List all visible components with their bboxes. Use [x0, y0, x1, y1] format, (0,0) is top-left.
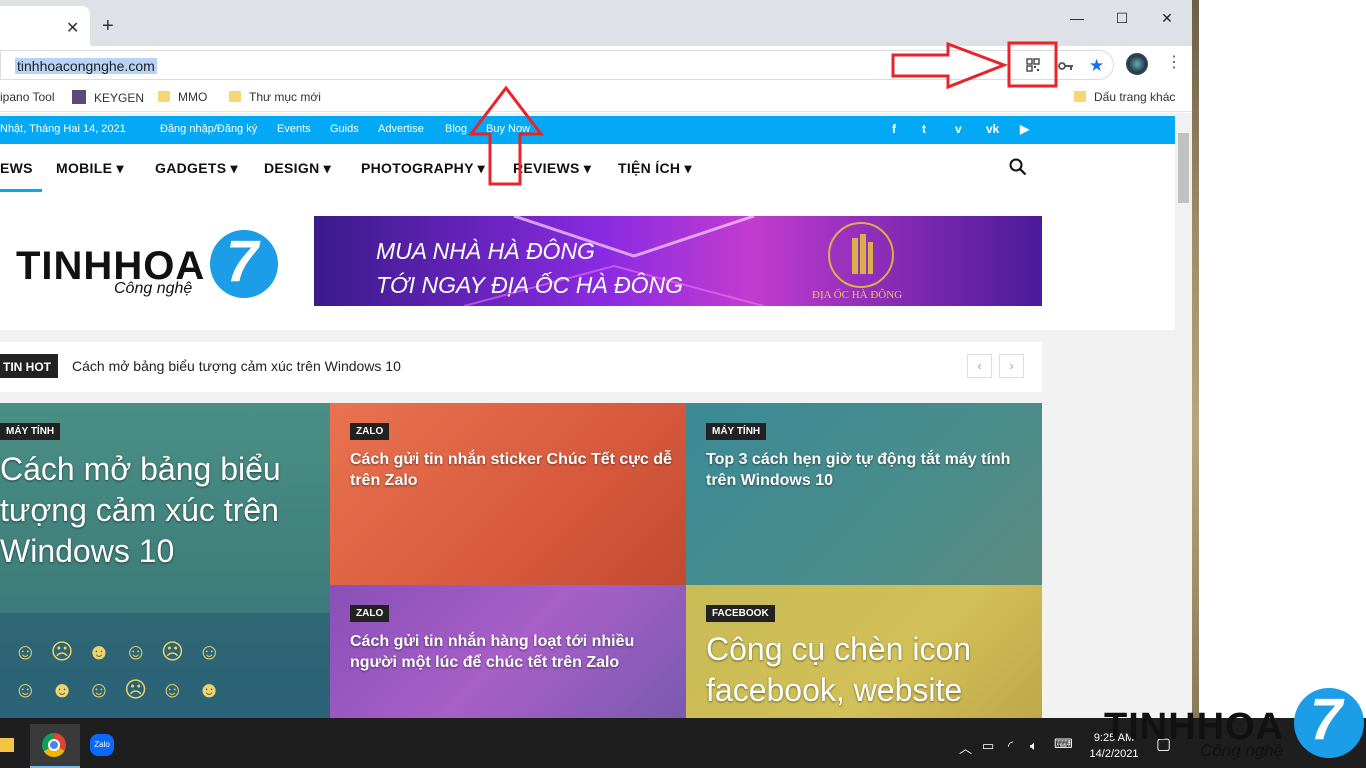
battery-icon[interactable]: ▭ — [982, 738, 994, 754]
building-logo-icon — [828, 222, 894, 288]
browser-toolbar: tinhhoacongnghe.com ★ ⋮ — [0, 46, 1192, 84]
desktop-blank-area — [1199, 0, 1366, 718]
site-topbar: Nhật, Tháng Hai 14, 2021 Đăng nhập/Đăng … — [0, 116, 1175, 144]
vimeo-icon[interactable]: v — [955, 122, 962, 136]
folder-icon — [1074, 91, 1086, 102]
breaking-news-bar: TIN HOT Cách mở bảng biểu tượng cảm xúc … — [0, 342, 1042, 392]
featured-tile[interactable]: MÁY TÍNH Top 3 cách hẹn giờ tự động tắt … — [686, 403, 1042, 585]
tab-strip: ✕ + — ☐ ✕ — [0, 0, 1192, 46]
keygen-favicon-icon — [72, 90, 86, 104]
main-menu: EWS MOBILE ▾ GADGETS ▾ DESIGN ▾ PHOTOGRA… — [0, 144, 1175, 192]
volume-icon[interactable]: 🔈︎ — [1030, 738, 1038, 754]
news-prev-button[interactable]: ‹ — [967, 354, 992, 378]
maximize-button[interactable]: ☐ — [1107, 10, 1137, 27]
topbar-link-buy-now[interactable]: Buy Now — [486, 123, 530, 135]
bookmarks-bar: ipano Tool KEYGEN MMO Thư mục mới Dấu tr… — [0, 84, 1192, 112]
chevron-up-icon[interactable]: ︿ — [959, 738, 972, 757]
page-scrollbar[interactable] — [1175, 113, 1192, 718]
menu-item-mobile[interactable]: MOBILE ▾ — [56, 160, 124, 177]
menu-dots-icon[interactable]: ⋮ — [1166, 55, 1182, 71]
banner-line-1: MUA NHÀ HÀ ĐÔNG — [376, 238, 595, 264]
tile-category[interactable]: ZALO — [350, 423, 390, 440]
watermark-mark: 7 — [1310, 687, 1343, 752]
featured-tile[interactable]: ZALO Cách gửi tin nhắn sticker Chúc Tết … — [330, 403, 686, 585]
breaking-news-label: TIN HOT — [0, 354, 58, 378]
keyboard-icon[interactable]: ⌨︎ — [1054, 736, 1073, 752]
tile-category[interactable]: FACEBOOK — [706, 605, 775, 622]
logo-subtitle: Công nghệ — [114, 280, 193, 297]
bookmark-folder[interactable]: MMO — [158, 90, 207, 104]
scrollbar-thumb[interactable] — [1178, 133, 1189, 203]
bookmark-item[interactable]: KEYGEN — [72, 90, 144, 105]
featured-tile[interactable]: ZALO Cách gửi tin nhắn hàng loạt tới nhi… — [330, 585, 686, 718]
menu-item-news[interactable]: EWS — [0, 160, 33, 176]
banner-line-2: TỚI NGAY ĐỊA ỐC HÀ ĐÔNG — [376, 272, 684, 298]
browser-window: ✕ + — ☐ ✕ tinhhoacongnghe.com ★ ⋮ ipano … — [0, 0, 1192, 718]
tab-close-icon[interactable]: ✕ — [66, 18, 79, 38]
new-tab-button[interactable]: + — [102, 16, 114, 36]
close-window-button[interactable]: ✕ — [1152, 10, 1182, 27]
watermark-subtitle: Công nghệ — [1200, 741, 1284, 760]
chrome-taskbar-icon[interactable] — [30, 724, 80, 768]
topbar-link-login[interactable]: Đăng nhập/Đăng ký — [160, 123, 257, 135]
featured-tile[interactable]: FACEBOOK Công cụ chèn icon facebook, web… — [686, 585, 1042, 718]
wifi-icon[interactable]: ◜ — [1008, 738, 1013, 754]
browser-tab[interactable]: ✕ — [0, 6, 90, 46]
menu-item-gadgets[interactable]: GADGETS ▾ — [155, 160, 238, 177]
menu-item-photography[interactable]: PHOTOGRAPHY ▾ — [361, 160, 485, 177]
topbar-link-advertise[interactable]: Advertise — [378, 123, 424, 135]
other-bookmarks[interactable]: Dấu trang khác — [1074, 90, 1175, 104]
zalo-taskbar-icon[interactable]: Zalo — [78, 724, 128, 768]
banner-caption: ĐỊA ỐC HÀ ĐÔNG — [812, 289, 903, 301]
tile-title[interactable]: Cách gửi tin nhắn sticker Chúc Tết cực d… — [350, 449, 680, 491]
qr-code-icon[interactable] — [1026, 58, 1040, 72]
tile-title[interactable]: Công cụ chèn icon facebook, website — [706, 629, 1036, 711]
bookmark-star-icon[interactable]: ★ — [1089, 56, 1104, 76]
twitter-icon[interactable]: t — [922, 122, 926, 136]
tile-category[interactable]: ZALO — [350, 605, 390, 622]
vk-icon[interactable]: vk — [986, 122, 999, 136]
menu-item-reviews[interactable]: REVIEWS ▾ — [513, 160, 591, 177]
site-date: Nhật, Tháng Hai 14, 2021 — [0, 123, 126, 135]
tile-title[interactable]: Cách gửi tin nhắn hàng loạt tới nhiều ng… — [350, 631, 670, 673]
tile-category[interactable]: MÁY TÍNH — [706, 423, 767, 440]
tile-category[interactable]: MÁY TÍNH — [0, 423, 61, 440]
minimize-button[interactable]: — — [1062, 10, 1092, 26]
breaking-news-ticker[interactable]: Cách mở bảng biểu tượng cảm xúc trên Win… — [72, 358, 401, 374]
web-page: Nhật, Tháng Hai 14, 2021 Đăng nhập/Đăng … — [0, 113, 1175, 718]
facebook-icon[interactable]: f — [892, 122, 896, 136]
tile-title[interactable]: Cách mở bảng biểu tượng cảm xúc trên Win… — [0, 449, 300, 572]
news-next-button[interactable]: › — [999, 354, 1024, 378]
search-icon[interactable] — [1009, 158, 1027, 181]
password-key-icon[interactable] — [1058, 59, 1074, 77]
folder-icon — [158, 91, 170, 102]
topbar-link-events[interactable]: Events — [277, 123, 311, 135]
url-text[interactable]: tinhhoacongnghe.com — [15, 58, 157, 74]
zalo-label: Zalo — [90, 734, 114, 756]
featured-tile[interactable]: MÁY TÍNH Cách mở bảng biểu tượng cảm xúc… — [0, 403, 330, 718]
profile-avatar[interactable] — [1126, 53, 1148, 75]
topbar-link-blog[interactable]: Blog — [445, 123, 467, 135]
address-bar[interactable]: tinhhoacongnghe.com — [0, 50, 1114, 80]
menu-item-tien-ich[interactable]: TIỆN ÍCH ▾ — [618, 160, 692, 177]
ad-banner[interactable]: MUA NHÀ HÀ ĐÔNG TỚI NGAY ĐỊA ỐC HÀ ĐÔNG … — [314, 216, 1042, 306]
youtube-icon[interactable]: ▶ — [1020, 122, 1029, 136]
emoji-panel-image: ☺☹☻☺☹☺ ☺☻☺☹☺☻ — [0, 613, 330, 718]
site-header: 7 TINHHOA Công nghệ MUA NHÀ HÀ ĐÔNG TỚI … — [0, 192, 1175, 330]
menu-item-design[interactable]: DESIGN ▾ — [264, 160, 331, 177]
logo-mark: 7 — [226, 229, 259, 294]
bookmark-folder[interactable]: Thư mục mới — [229, 90, 321, 104]
bookmark-item[interactable]: ipano Tool — [0, 90, 55, 104]
tile-title[interactable]: Top 3 cách hẹn giờ tự động tắt máy tính … — [706, 449, 1026, 491]
topbar-link-guids[interactable]: Guids — [330, 123, 359, 135]
folder-icon — [229, 91, 241, 102]
